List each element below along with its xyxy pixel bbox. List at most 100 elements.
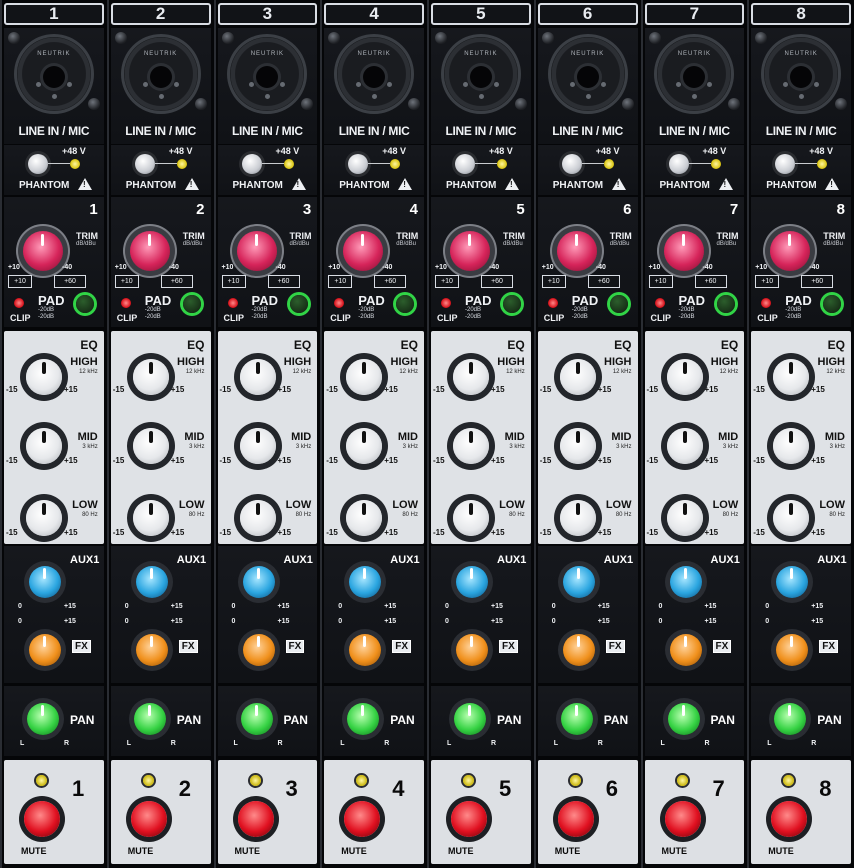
trim-knob[interactable] (343, 231, 384, 271)
trim-knob[interactable] (770, 231, 811, 271)
mute-led-icon (463, 775, 474, 786)
phantom-power-button[interactable] (668, 154, 689, 174)
eq-mid-knob[interactable] (453, 428, 489, 464)
eq-high-knob[interactable] (559, 359, 596, 395)
eq-low-knob[interactable] (239, 500, 276, 536)
mute-button[interactable] (237, 801, 274, 837)
trim-knob[interactable] (556, 231, 597, 271)
eq-low-knob[interactable] (132, 500, 169, 536)
xlr-combo-jack[interactable]: NEUTRIK (227, 34, 308, 114)
eq-low-knob[interactable] (666, 500, 703, 536)
mute-button[interactable] (771, 801, 808, 837)
pad-button[interactable] (182, 295, 201, 313)
aux1-send-knob[interactable] (135, 566, 168, 598)
xlr-combo-jack[interactable]: NEUTRIK (120, 34, 201, 114)
eq-low-knob[interactable] (773, 500, 810, 536)
aux1-send-knob[interactable] (456, 566, 488, 598)
trim-section: 2 TRIM dB/dBu +10 -40 +10 +60 CLIP PAD -… (110, 197, 211, 327)
eq-high-freq: 12 kHz (399, 369, 418, 375)
eq-high-knob[interactable] (132, 359, 169, 395)
mute-button[interactable] (557, 801, 594, 837)
phantom-power-button[interactable] (241, 154, 262, 174)
xlr-combo-jack[interactable]: NEUTRIK (440, 34, 521, 114)
eq-high-knob[interactable] (453, 359, 489, 395)
pad-button[interactable] (716, 295, 735, 313)
pan-knob[interactable] (240, 703, 273, 735)
xlr-combo-jack[interactable]: NEUTRIK (334, 34, 415, 114)
trim-knob[interactable] (450, 231, 490, 271)
aux1-send-knob[interactable] (776, 566, 809, 598)
mute-button[interactable] (451, 801, 487, 837)
aux1-send-knob[interactable] (242, 566, 275, 598)
phantom-power-button[interactable] (134, 154, 155, 174)
fx-send-knob[interactable] (29, 634, 61, 666)
eq-mid-knob[interactable] (666, 428, 703, 464)
eq-low-knob[interactable] (26, 500, 62, 536)
fx-send-knob[interactable] (456, 634, 488, 666)
mute-button[interactable] (664, 801, 701, 837)
eq-high-freq: 12 kHz (292, 369, 312, 375)
pad-button[interactable] (823, 295, 842, 313)
pad-button[interactable] (76, 295, 94, 313)
eq-mid-knob[interactable] (239, 428, 276, 464)
trim-knob[interactable] (663, 231, 704, 271)
xlr-combo-jack[interactable]: NEUTRIK (761, 34, 842, 114)
eq-mid-knob[interactable] (132, 428, 169, 464)
eq-section: EQ HIGH 12 kHz -15 +15 MID 3 kHz -15 +15… (537, 331, 638, 544)
aux1-send-knob[interactable] (349, 566, 382, 598)
pan-knob[interactable] (560, 703, 593, 735)
eq-low-knob[interactable] (559, 500, 596, 536)
pan-knob[interactable] (133, 703, 166, 735)
eq-mid-knob[interactable] (346, 428, 383, 464)
aux1-send-knob[interactable] (29, 566, 61, 598)
phantom-power-button[interactable] (455, 154, 475, 174)
screw-icon (408, 98, 420, 110)
mute-section: 3 MUTE (217, 760, 318, 864)
eq-high-knob[interactable] (239, 359, 276, 395)
phantom-power-button[interactable] (561, 154, 582, 174)
aux1-send-knob[interactable] (669, 566, 702, 598)
eq-min-label: -15 (646, 385, 659, 394)
xlr-combo-jack[interactable]: NEUTRIK (654, 34, 735, 114)
eq-low-knob[interactable] (453, 500, 489, 536)
mute-button[interactable] (344, 801, 381, 837)
fx-send-knob[interactable] (242, 634, 275, 666)
pan-knob[interactable] (774, 703, 807, 735)
phantom-power-button[interactable] (348, 154, 369, 174)
fx-send-knob[interactable] (669, 634, 702, 666)
mute-button[interactable] (24, 801, 60, 837)
trim-knob[interactable] (236, 231, 277, 271)
phantom-power-button[interactable] (28, 154, 48, 174)
trim-knob[interactable] (23, 231, 63, 271)
trim-knob[interactable] (129, 231, 170, 271)
pan-knob[interactable] (667, 703, 700, 735)
eq-high-knob[interactable] (773, 359, 810, 395)
eq-mid-knob[interactable] (26, 428, 62, 464)
aux1-send-knob[interactable] (562, 566, 595, 598)
pad-button[interactable] (289, 295, 308, 313)
fx-send-knob[interactable] (135, 634, 168, 666)
eq-mid-knob[interactable] (559, 428, 596, 464)
xlr-combo-jack[interactable]: NEUTRIK (13, 34, 94, 114)
eq-high-knob[interactable] (26, 359, 62, 395)
screw-icon (621, 98, 634, 110)
eq-high-knob[interactable] (346, 359, 383, 395)
eq-mid-knob[interactable] (773, 428, 810, 464)
channel-strip: 4 NEUTRIK LINE IN / MIC +48 V PHANTOM 4 … (320, 0, 427, 868)
eq-low-knob[interactable] (346, 500, 383, 536)
pad-button[interactable] (503, 295, 521, 313)
mute-button[interactable] (130, 801, 167, 837)
pan-knob[interactable] (27, 703, 59, 735)
fx-send-knob[interactable] (349, 634, 382, 666)
phantom-label: PHANTOM (446, 180, 497, 191)
eq-high-knob[interactable] (666, 359, 703, 395)
fx-send-knob[interactable] (562, 634, 595, 666)
pan-knob[interactable] (347, 703, 380, 735)
xlr-combo-jack[interactable]: NEUTRIK (547, 34, 628, 114)
pan-knob[interactable] (454, 703, 486, 735)
phantom-power-button[interactable] (775, 154, 796, 174)
pad-button[interactable] (609, 295, 628, 313)
pad-button[interactable] (396, 295, 415, 313)
fx-send-knob[interactable] (776, 634, 809, 666)
input-section: NEUTRIK LINE IN / MIC (110, 28, 211, 144)
